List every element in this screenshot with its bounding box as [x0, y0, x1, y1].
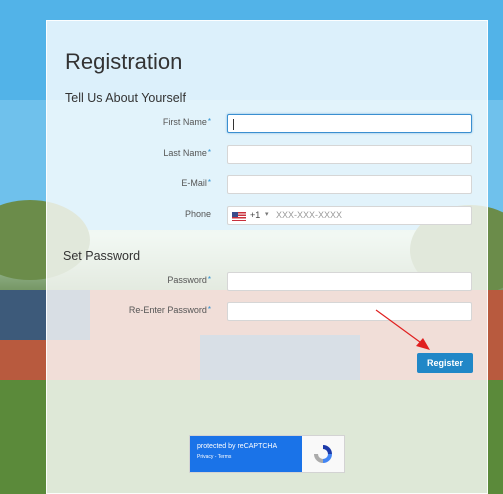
required-marker: *: [207, 178, 211, 187]
required-marker: *: [207, 305, 211, 314]
us-flag-icon[interactable]: [232, 212, 246, 221]
page-title: Registration: [65, 49, 183, 74]
phone-field[interactable]: +1 ▾ XXX-XXX-XXXX: [227, 206, 472, 225]
section-heading-about: Tell Us About Yourself: [65, 91, 186, 105]
recaptcha-text: protected by reCAPTCHA: [197, 443, 278, 450]
recaptcha-info: protected by reCAPTCHA Privacy - Terms: [190, 436, 302, 472]
last-name-row: Last Name*: [47, 145, 489, 165]
required-marker: *: [207, 117, 211, 126]
email-field[interactable]: [227, 175, 472, 194]
registration-card: Registration Tell Us About Yourself Firs…: [46, 20, 488, 494]
email-row: E-Mail*: [47, 175, 489, 195]
section-heading-password: Set Password: [63, 249, 141, 263]
password-row: Password*: [47, 272, 489, 292]
phone-placeholder: XXX-XXX-XXXX: [276, 210, 343, 220]
required-marker: *: [207, 148, 211, 157]
first-name-row: First Name*: [47, 114, 489, 134]
first-name-label: First Name*: [162, 117, 211, 127]
re-password-label: Re-Enter Password*: [128, 305, 211, 315]
phone-row: Phone +1 ▾ XXX-XXX-XXXX: [47, 206, 489, 226]
register-button[interactable]: Register: [417, 353, 473, 373]
recaptcha-logo-icon: [302, 436, 344, 472]
re-password-row: Re-Enter Password*: [47, 302, 489, 322]
recaptcha-badge[interactable]: protected by reCAPTCHA Privacy - Terms: [189, 435, 345, 473]
first-name-field[interactable]: [227, 114, 472, 133]
last-name-label: Last Name*: [163, 148, 211, 158]
country-code[interactable]: +1: [250, 210, 260, 220]
phone-label: Phone: [184, 209, 211, 219]
text-cursor: [233, 119, 234, 130]
password-label: Password*: [167, 275, 211, 285]
last-name-field[interactable]: [227, 145, 472, 164]
re-password-field[interactable]: [227, 302, 472, 321]
chevron-down-icon[interactable]: ▾: [265, 210, 269, 218]
recaptcha-links[interactable]: Privacy - Terms: [197, 454, 295, 460]
required-marker: *: [207, 275, 211, 284]
password-field[interactable]: [227, 272, 472, 291]
email-label: E-Mail*: [181, 178, 211, 188]
